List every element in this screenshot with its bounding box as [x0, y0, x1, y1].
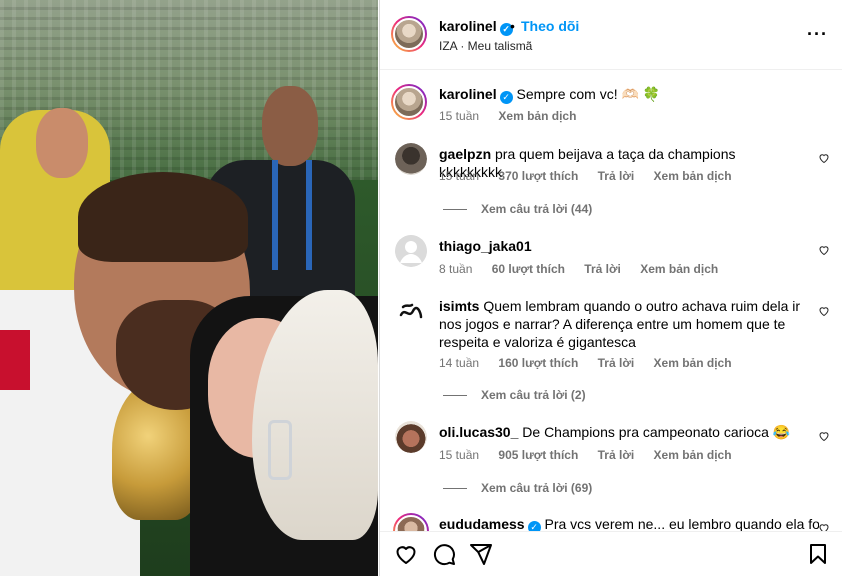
comment-username[interactable]: isimts	[439, 298, 479, 314]
comment-icon[interactable]	[432, 542, 456, 566]
follow-button[interactable]: Theo dõi	[521, 18, 579, 34]
view-replies-button[interactable]: Xem câu trả lời (2)	[443, 388, 586, 402]
author-username[interactable]: karolinel ✓	[439, 18, 513, 36]
comment-username[interactable]: thiago_jaka01	[439, 238, 532, 254]
caption-avatar[interactable]	[391, 84, 427, 120]
view-replies-button[interactable]: Xem câu trả lời (69)	[443, 481, 592, 495]
comments-list[interactable]: karolinel ✓ Sempre com vc! 🫶🏻 🍀 15 tuần X…	[380, 71, 842, 531]
comment-text: eududamess ✓ Pra vcs verem ne... eu lembr…	[439, 515, 819, 531]
comment-meta: 8 tuần 60 lượt thích Trả lời Xem bản dịc…	[439, 262, 719, 276]
comment-text: isimts Quem lembram quando o outro achav…	[439, 298, 801, 350]
man-hair	[78, 172, 248, 262]
commenter-avatar[interactable]	[395, 235, 427, 267]
view-replies-button[interactable]: Xem câu trả lời (44)	[443, 202, 592, 216]
post-photo[interactable]	[0, 0, 378, 576]
comment-meta: 15 tuần 905 lượt thích Trả lời Xem bản d…	[439, 448, 732, 462]
translate-link[interactable]: Xem bản dịch	[654, 169, 732, 183]
likes-count[interactable]: 60 lượt thích	[492, 262, 565, 276]
comment-text: oli.lucas30_ De Champions pra campeonato…	[439, 424, 791, 440]
author-avatar[interactable]	[391, 16, 427, 52]
commenter-avatar[interactable]	[393, 513, 429, 531]
reply-button[interactable]: Trả lời	[598, 448, 635, 462]
action-bar	[380, 531, 842, 576]
comment-username[interactable]: eududamess	[439, 516, 525, 531]
commenter-avatar[interactable]	[395, 143, 427, 175]
default-avatar-icon	[395, 235, 427, 267]
more-options-icon[interactable]: ···	[807, 24, 828, 45]
reply-button[interactable]: Trả lời	[598, 356, 635, 370]
commenter-avatar[interactable]	[395, 421, 427, 453]
commenter-avatar[interactable]	[395, 295, 427, 327]
separator-dot: •	[510, 18, 515, 34]
caption-username[interactable]: karolinel	[439, 86, 497, 102]
post-header: karolinel ✓ • Theo dõi IZA · Meu talismã …	[380, 0, 842, 70]
earring	[268, 420, 292, 480]
music-label[interactable]: IZA · Meu talismã	[439, 39, 532, 53]
translate-link[interactable]: Xem bản dịch	[640, 262, 718, 276]
heart-outline-icon[interactable]	[818, 522, 830, 531]
scribble-avatar-icon	[399, 303, 423, 319]
caption-meta: 15 tuần Xem bản dịch	[439, 109, 592, 123]
translate-link[interactable]: Xem bản dịch	[654, 448, 732, 462]
verified-badge-icon: ✓	[499, 91, 513, 104]
comment-meta: 14 tuần 160 lượt thích Trả lời Xem bản d…	[439, 356, 732, 370]
comment-username[interactable]: gaelpzn	[439, 146, 491, 162]
translate-link[interactable]: Xem bản dịch	[498, 109, 576, 123]
heart-outline-icon[interactable]	[818, 305, 830, 317]
caption-text: karolinel ✓ Sempre com vc! 🫶🏻 🍀	[439, 86, 661, 104]
comment-text: thiago_jaka01	[439, 237, 532, 255]
comment-meta: 15 tuần 370 lượt thích Trả lời Xem bản d…	[439, 169, 732, 183]
caption-time: 15 tuần	[439, 109, 480, 123]
background-person-head	[36, 108, 88, 178]
likes-count[interactable]: 905 lượt thích	[498, 448, 578, 462]
lanyard	[272, 160, 312, 270]
translate-link[interactable]: Xem bản dịch	[654, 356, 732, 370]
background-person-head	[262, 86, 318, 166]
bookmark-icon[interactable]	[806, 542, 830, 566]
heart-outline-icon[interactable]	[818, 152, 830, 164]
heart-outline-icon[interactable]	[818, 430, 830, 442]
reply-button[interactable]: Trả lời	[584, 262, 621, 276]
heart-icon[interactable]	[394, 542, 418, 566]
comment-username[interactable]: oli.lucas30_	[439, 424, 518, 440]
jersey-stripe	[0, 330, 30, 390]
post-detail-panel: karolinel ✓ • Theo dõi IZA · Meu talismã …	[379, 0, 842, 576]
likes-count[interactable]: 160 lượt thích	[498, 356, 578, 370]
share-icon[interactable]	[469, 542, 493, 566]
heart-outline-icon[interactable]	[818, 244, 830, 256]
likes-count[interactable]: 370 lượt thích	[498, 169, 578, 183]
verified-badge-icon: ✓	[527, 521, 541, 531]
reply-button[interactable]: Trả lời	[598, 169, 635, 183]
